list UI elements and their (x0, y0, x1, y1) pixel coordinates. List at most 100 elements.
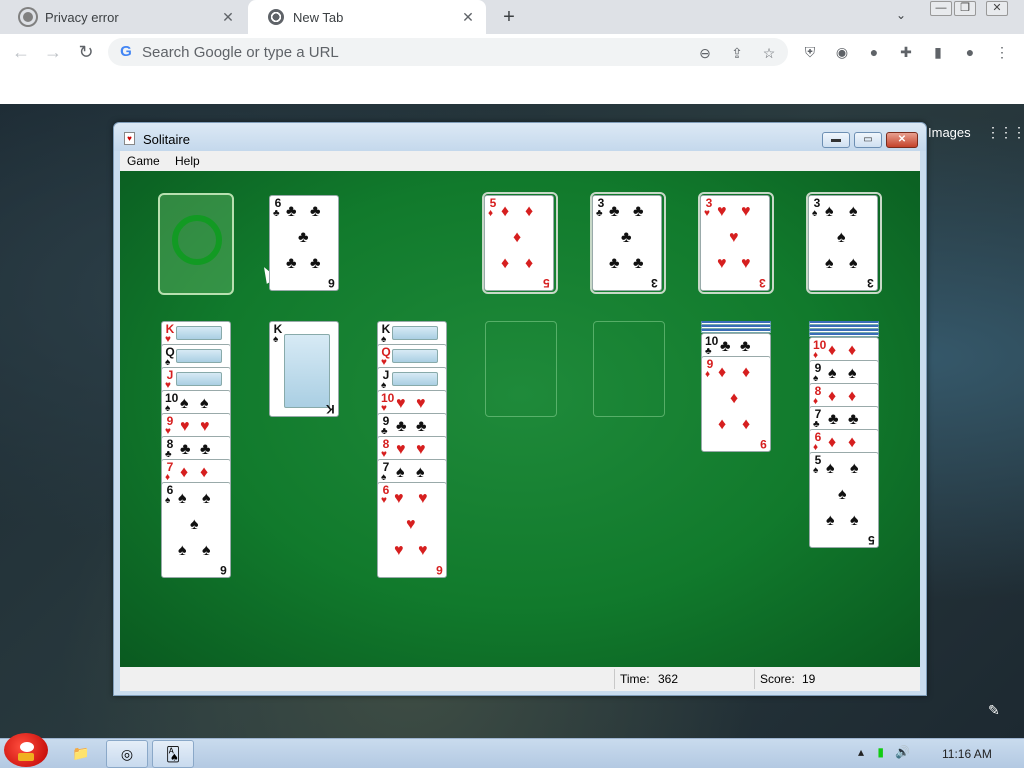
playing-card[interactable]: 6 ♣ ♣ ♣ ♣ ♣ ♣ 6 (269, 195, 339, 291)
close-window-button[interactable]: ✕ (986, 1, 1008, 16)
card-pip-icon: ♦ (525, 255, 534, 272)
extension-flag-icon[interactable]: ◉ (832, 42, 852, 62)
card-suit-icon: ♠ (813, 465, 819, 476)
minimize-button[interactable]: ▬ (822, 132, 850, 148)
tab-title: Privacy error (45, 9, 119, 25)
playing-card[interactable]: 3 ♣ ♣ ♣ ♣ ♣ ♣ 3 (592, 195, 662, 291)
playing-card[interactable]: 3 ♥ ♥ ♥ ♥ ♥ ♥ 3 (700, 195, 770, 291)
omnibox[interactable]: G ⊖ ⇪ ☆ (108, 38, 788, 66)
card-pip-icon: ♠ (178, 542, 187, 559)
close-button[interactable]: ✕ (886, 132, 918, 148)
card-pip-icon: ♣ (200, 441, 211, 458)
card-pip-icon: ♠ (849, 203, 858, 220)
google-apps-grid-icon[interactable]: ⋮⋮⋮ (986, 124, 1024, 140)
card-rank-bottom: 3 (651, 276, 658, 290)
taskbar-clock[interactable]: 11:16 AM (942, 747, 992, 761)
side-panel-icon[interactable]: ▮ (928, 42, 948, 62)
time-label: Time: (620, 672, 650, 686)
menu-help[interactable]: Help (175, 154, 200, 168)
solitaire-app-icon: ♥ (124, 132, 135, 145)
card-suit-icon: ♣ (596, 208, 603, 219)
chrome-taskbar-button[interactable]: ◎ (106, 740, 148, 768)
close-tab-icon[interactable]: ✕ (220, 9, 236, 25)
card-pip-icon: ♠ (416, 464, 425, 481)
card-rank-bottom: 5 (543, 276, 550, 290)
angry-bird-start-icon[interactable] (4, 733, 48, 767)
card-pip-icon: ♦ (742, 364, 751, 381)
playing-card[interactable]: 3 ♠ ♠ ♠ ♠ ♠ ♠ 3 (808, 195, 878, 291)
card-pip-icon: ♣ (740, 338, 751, 355)
network-icon[interactable]: ▮ (877, 745, 884, 759)
minimize-button[interactable]: — (930, 1, 952, 16)
tab-privacy-error[interactable]: Privacy error ✕ (0, 0, 246, 34)
bookmark-star-icon[interactable]: ☆ (760, 44, 778, 62)
extensions-puzzle-icon[interactable]: ✚ (896, 42, 916, 62)
card-pip-icon: ♣ (286, 255, 297, 272)
new-tab-button[interactable]: + (498, 6, 520, 28)
share-icon[interactable]: ⇪ (728, 44, 746, 62)
taskbar: 📁 ◎ 🂡 ▴ ▮ 🔊 11:16 AM (0, 733, 1024, 768)
playing-card[interactable]: K ♠ K (269, 321, 339, 417)
card-pip-icon: ♠ (202, 542, 211, 559)
card-pip-icon: ♣ (633, 255, 644, 272)
card-pip-icon: ♥ (741, 255, 751, 272)
ublock-shield-icon[interactable]: ⛨ (800, 42, 820, 62)
profile-avatar-icon[interactable]: ● (960, 42, 980, 62)
game-board: 6 ♣ ♣ ♣ ♣ ♣ ♣ 6 5 ♦ ♦ ♦ ♦ ♦ ♦ 5 3 ♣ ♣ ♣ ♣ ♣ ♣ 3 3 ♥ ♥ ♥ ♥ ♥ ♥ 3 3 ♠ ♠ ♠ ♠ ♠ ♠ 3… (120, 171, 920, 667)
show-hidden-icons-chevron-icon[interactable]: ▴ (858, 745, 864, 759)
back-arrow-icon[interactable]: ← (10, 41, 32, 63)
playing-card[interactable]: 6 ♥ ♥ ♥ ♥ ♥ ♥ 6 (377, 482, 447, 578)
volume-icon[interactable]: 🔊 (895, 745, 910, 759)
card-suit-icon: ♦ (705, 369, 711, 380)
face-card-art (392, 326, 438, 340)
ntp-images-link[interactable]: Images (928, 125, 971, 140)
warning-globe-icon (20, 9, 36, 25)
restore-button[interactable]: ❐ (954, 1, 976, 16)
tab-new-tab[interactable]: New Tab ✕ (248, 0, 486, 34)
card-pip-icon: ♠ (837, 229, 846, 246)
card-pip-icon: ♥ (416, 395, 426, 412)
card-pip-icon: ♣ (633, 203, 644, 220)
title-bar[interactable]: ♥ Solitaire ▬ ▭ ✕ (114, 123, 926, 151)
card-rank-bottom: 3 (759, 276, 766, 290)
zoom-icon[interactable]: ⊖ (696, 44, 714, 62)
face-card-art (176, 349, 222, 363)
card-pip-icon: ♦ (730, 390, 739, 407)
playing-card[interactable]: 6 ♠ ♠ ♠ ♠ ♠ ♠ 6 (161, 482, 231, 578)
empty-tableau-slot[interactable] (593, 321, 665, 417)
extension-leaf-icon[interactable]: ● (864, 42, 884, 62)
empty-tableau-slot[interactable] (485, 321, 557, 417)
card-rank-bottom: 5 (868, 533, 875, 547)
reload-icon[interactable]: ↻ (75, 41, 97, 63)
solitaire-taskbar-button[interactable]: 🂡 (152, 740, 194, 768)
face-card-art (284, 334, 330, 408)
stock-pile-empty[interactable] (158, 193, 278, 295)
playing-card[interactable]: 5 ♠ ♠ ♠ ♠ ♠ ♠ 5 (809, 452, 879, 548)
card-pip-icon: ♣ (310, 203, 321, 220)
card-suit-icon: ♠ (165, 495, 171, 506)
card-pip-icon: ♠ (849, 255, 858, 272)
card-pip-icon: ♦ (828, 434, 837, 451)
maximize-button[interactable]: ▭ (854, 132, 882, 148)
card-pip-icon: ♠ (825, 255, 834, 272)
card-pip-icon: ♠ (202, 490, 211, 507)
card-pip-icon: ♠ (825, 203, 834, 220)
playing-card[interactable]: 5 ♦ ♦ ♦ ♦ ♦ ♦ 5 (484, 195, 554, 291)
card-pip-icon: ♥ (729, 229, 739, 246)
tab-strip: Privacy error ✕ New Tab ✕ + ⌄ — ❐ ✕ (0, 0, 1024, 34)
omnibox-input[interactable] (142, 38, 682, 66)
tab-search-chevron-icon[interactable]: ⌄ (896, 8, 906, 22)
time-value: 362 (658, 672, 679, 686)
card-pip-icon: ♠ (850, 460, 859, 477)
forward-arrow-icon[interactable]: → (42, 41, 64, 63)
customize-pencil-icon[interactable]: ✎ (988, 702, 1000, 719)
explorer-icon[interactable]: 📁 (66, 740, 96, 768)
card-suit-icon: ♣ (273, 208, 280, 219)
menu-kebab-icon[interactable]: ⋮ (992, 42, 1012, 62)
playing-card[interactable]: 9 ♦ ♦ ♦ ♦ ♦ ♦ 9 (701, 356, 771, 452)
menu-game[interactable]: Game (127, 154, 160, 168)
card-pip-icon: ♥ (200, 418, 210, 435)
card-pip-icon: ♣ (310, 255, 321, 272)
card-rank-bottom: 6 (328, 276, 335, 290)
close-tab-icon[interactable]: ✕ (460, 9, 476, 25)
